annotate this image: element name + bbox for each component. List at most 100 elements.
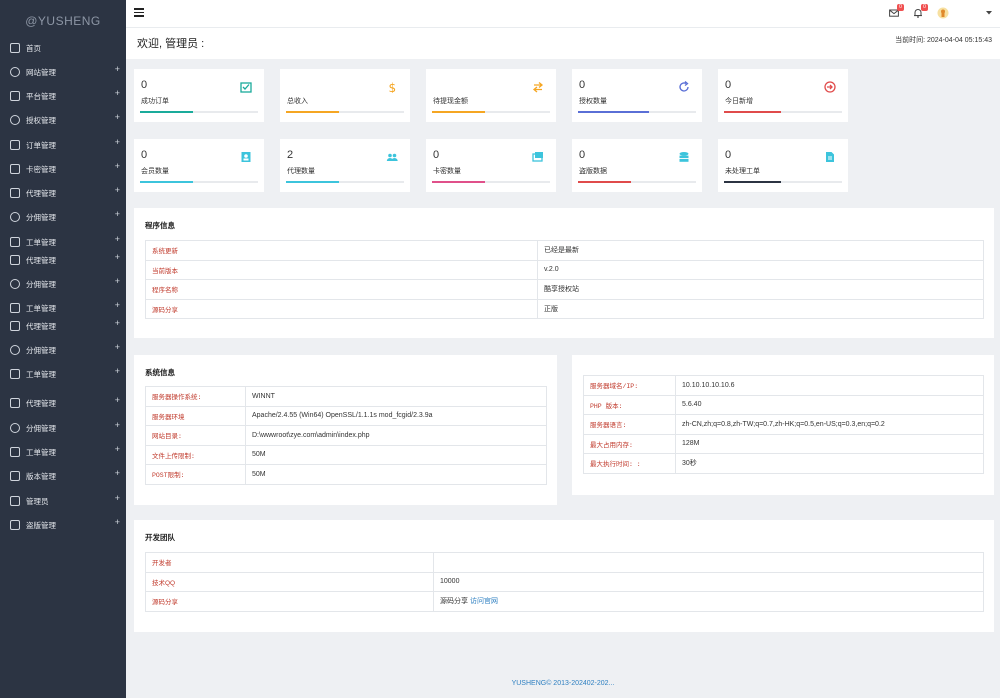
table-row: 网站目录: D:\wwwroot\zye.com\admin\index.php xyxy=(145,425,547,446)
row-value: 50M xyxy=(245,464,547,485)
sidebar-item-7[interactable]: 分佣管理 + xyxy=(0,207,126,227)
expand-plus-icon[interactable]: + xyxy=(115,161,120,171)
stat-label: 会员数量 xyxy=(141,168,169,175)
sidebar-item-label: 代理管理 xyxy=(26,188,56,198)
table-row: 服务器操作系统: WINNT xyxy=(145,386,547,407)
dev-team-table: 开发者 技术QQ 10000 源码分享 源码分享 访问官网 xyxy=(145,552,984,612)
table-row: 文件上传限制: 50M xyxy=(145,444,547,465)
sidebar-item-label: 工单管理 xyxy=(26,447,56,457)
sidebar-item-label: 代理管理 xyxy=(26,321,56,331)
expand-plus-icon[interactable]: + xyxy=(115,252,120,262)
avatar[interactable] xyxy=(937,6,949,20)
row-value: 5.6.40 xyxy=(675,394,984,415)
expand-plus-icon[interactable]: + xyxy=(115,517,120,527)
sidebar: @YUSHENG 首页 网站管理 + 平台管理 + 授权管理 + 订单管理 + 卡密管理 + 代理管理… xyxy=(0,0,126,698)
expand-plus-icon[interactable]: + xyxy=(115,137,120,147)
row-key: 源码分享 xyxy=(145,298,538,319)
grid-icon xyxy=(10,471,20,481)
sidebar-item-label: 首页 xyxy=(26,43,41,53)
row-key: 服务器语言: xyxy=(583,414,676,435)
footer-copyright: YUSHENG© 2013-202402-202... xyxy=(511,680,615,687)
sidebar-item-label: 分佣管理 xyxy=(26,345,56,355)
stat-progress-fill xyxy=(140,181,194,183)
stat-progress-track xyxy=(286,111,404,113)
expand-plus-icon[interactable]: + xyxy=(115,276,120,286)
expand-plus-icon[interactable]: + xyxy=(115,234,120,244)
row-value: WINNT xyxy=(245,386,547,407)
row-value-text: 源码分享 xyxy=(440,598,470,606)
row-value-text: 30秒 xyxy=(682,460,697,468)
sidebar-item-9[interactable]: 代理管理 + xyxy=(0,250,126,270)
expand-plus-icon[interactable]: + xyxy=(115,88,120,98)
row-value: 50M xyxy=(245,444,547,465)
stat-card: 总收入 $ xyxy=(280,69,410,122)
sidebar-item-6[interactable]: 代理管理 + xyxy=(0,183,126,203)
sidebar-item-20[interactable]: 盗版管理 + xyxy=(0,515,126,535)
sidebar-item-0[interactable]: 首页 xyxy=(0,38,126,58)
sidebar-item-15[interactable]: 代理管理 + xyxy=(0,393,126,413)
expand-plus-icon[interactable]: + xyxy=(115,209,120,219)
sidebar-item-18[interactable]: 版本管理 + xyxy=(0,466,126,486)
expand-plus-icon[interactable]: + xyxy=(115,185,120,195)
sidebar-item-label: 网站管理 xyxy=(26,67,56,77)
sidebar-item-19[interactable]: 管理员 + xyxy=(0,491,126,511)
table-row: 源码分享 正版 xyxy=(145,298,984,319)
sidebar-item-4[interactable]: 订单管理 + xyxy=(0,135,126,155)
row-value: 已经是最新 xyxy=(537,240,984,261)
sidebar-item-3[interactable]: 授权管理 + xyxy=(0,110,126,130)
system-info-title: 系统信息 xyxy=(145,368,175,377)
system-info-panel: 系统信息 服务器操作系统: WINNT 服务器环境 Apache/2.4.55 (Wi… xyxy=(134,355,557,505)
expand-plus-icon[interactable]: + xyxy=(115,366,120,376)
expand-plus-icon[interactable]: + xyxy=(115,318,120,328)
row-key: 服务器域名/IP: xyxy=(583,375,676,396)
sidebar-item-12[interactable]: 代理管理 + xyxy=(0,316,126,336)
sidebar-item-5[interactable]: 卡密管理 + xyxy=(0,159,126,179)
row-key: 程序名称 xyxy=(145,279,538,300)
sidebar-item-8[interactable]: 工单管理 + xyxy=(0,232,126,252)
chevron-down-icon[interactable] xyxy=(985,9,995,19)
stat-label: 卡密数量 xyxy=(433,168,461,175)
menu-toggle-icon[interactable] xyxy=(134,8,144,17)
stat-label: 未处理工单 xyxy=(725,168,760,175)
folder-icon xyxy=(10,140,20,150)
row-value-text: 5.6.40 xyxy=(682,401,702,409)
official-site-link[interactable]: 访问官网 xyxy=(470,598,498,605)
dollar-icon: $ xyxy=(386,81,398,95)
expand-plus-icon[interactable]: + xyxy=(115,444,120,454)
mail-icon[interactable]: 0 xyxy=(889,4,904,18)
row-value: zh-CN,zh;q=0.8,zh-TW;q=0.7,zh-HK;q=0.5,e… xyxy=(675,414,984,435)
expand-plus-icon[interactable]: + xyxy=(115,468,120,478)
sidebar-item-14[interactable]: 工单管理 + xyxy=(0,364,126,384)
table-row: 当前版本 v.2.0 xyxy=(145,259,984,280)
row-key: 技术QQ xyxy=(145,571,434,592)
sidebar-item-11[interactable]: 工单管理 + xyxy=(0,298,126,318)
row-value: Apache/2.4.55 (Win64) OpenSSL/1.1.1s mod… xyxy=(245,405,547,426)
stat-card: 0 成功订单 xyxy=(134,69,264,122)
bell-icon[interactable]: 0 xyxy=(913,4,928,18)
menu-icon xyxy=(10,91,20,101)
expand-plus-icon[interactable]: + xyxy=(115,300,120,310)
expand-plus-icon[interactable]: + xyxy=(115,342,120,352)
stat-progress-fill xyxy=(578,181,632,183)
stat-progress-track xyxy=(286,181,404,183)
table-row: 服务器环境 Apache/2.4.55 (Win64) OpenSSL/1.1.1… xyxy=(145,405,547,426)
sidebar-item-16[interactable]: 分佣管理 + xyxy=(0,418,126,438)
expand-plus-icon[interactable]: + xyxy=(115,420,120,430)
table-row: 最大占用内存: 128M xyxy=(583,433,984,454)
expand-plus-icon[interactable]: + xyxy=(115,395,120,405)
sidebar-item-1[interactable]: 网站管理 + xyxy=(0,62,126,82)
sidebar-item-2[interactable]: 平台管理 + xyxy=(0,86,126,106)
sidebar-item-17[interactable]: 工单管理 + xyxy=(0,442,126,462)
expand-plus-icon[interactable]: + xyxy=(115,112,120,122)
sidebar-item-10[interactable]: 分佣管理 + xyxy=(0,274,126,294)
sidebar-item-label: 卡密管理 xyxy=(26,164,56,174)
dev-team-panel: 开发团队 开发者 技术QQ 10000 源码分享 源码分享 访问官网 xyxy=(134,520,994,632)
expand-plus-icon[interactable]: + xyxy=(115,493,120,503)
row-key: POST限制: xyxy=(145,464,246,485)
sidebar-item-13[interactable]: 分佣管理 + xyxy=(0,340,126,360)
sidebar-item-label: 工单管理 xyxy=(26,303,56,313)
expand-plus-icon[interactable]: + xyxy=(115,64,120,74)
transfer-icon xyxy=(532,81,544,93)
sidebar-item-label: 工单管理 xyxy=(26,237,56,247)
table-row: 开发者 xyxy=(145,552,984,573)
